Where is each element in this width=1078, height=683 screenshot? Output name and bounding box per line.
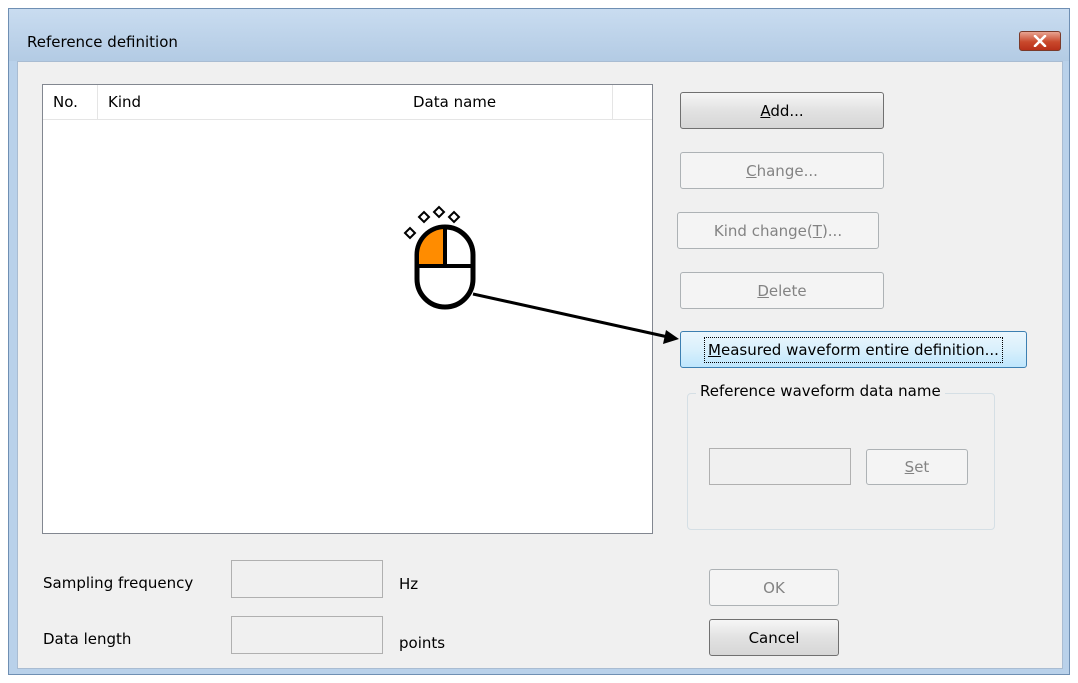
mouse-click-icon [403, 205, 476, 310]
pointer-arrow [472, 292, 679, 344]
mouse-click-annotation [403, 205, 679, 344]
